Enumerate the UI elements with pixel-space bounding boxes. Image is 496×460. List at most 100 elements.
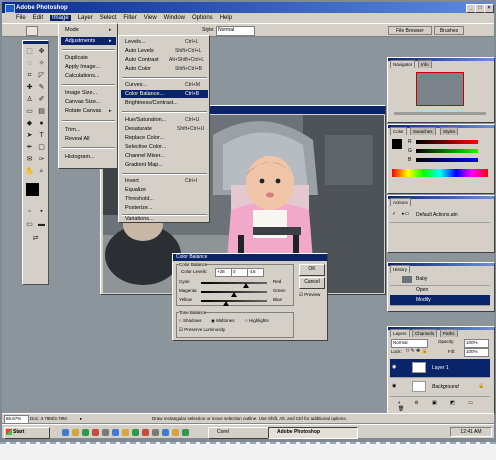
checkmark-icon[interactable]: ✓ xyxy=(392,211,396,217)
adjust-item[interactable]: Hue/Saturation... xyxy=(125,117,166,123)
menu-image[interactable]: Image xyxy=(50,15,71,21)
tab-color[interactable]: Color xyxy=(390,127,407,135)
image-menu-item[interactable]: Mode xyxy=(65,27,79,33)
pen-tool-icon[interactable]: ✒ xyxy=(24,142,35,153)
quicklaunch-icon[interactable] xyxy=(152,429,159,436)
tab-actions[interactable]: Actions xyxy=(390,198,411,206)
adjust-item[interactable]: Threshold... xyxy=(125,196,154,202)
tab-paths[interactable]: Paths xyxy=(440,329,458,337)
zoom-field[interactable]: 66.67% xyxy=(4,415,29,424)
image-menu-item-adjustments[interactable]: Adjustments xyxy=(65,38,95,44)
image-menu-item[interactable]: Histogram... xyxy=(65,154,95,160)
adjust-item[interactable]: Levels... xyxy=(125,39,145,45)
green-slider[interactable] xyxy=(416,149,478,153)
start-button[interactable]: Start xyxy=(4,427,50,439)
image-menu-item[interactable]: Canvas Size... xyxy=(65,99,100,105)
opacity-field[interactable]: 100% xyxy=(464,339,489,348)
layer-buttons[interactable]: ◐ ⊘ ▣ ◩ ▭ 🗑 xyxy=(398,400,494,412)
ok-button[interactable]: OK xyxy=(299,264,325,276)
adjust-item[interactable]: Desaturate xyxy=(125,126,152,132)
type-tool-icon[interactable]: T xyxy=(36,130,47,141)
shape-tool-icon[interactable]: ▢ xyxy=(36,142,47,153)
cyan-red-slider[interactable] xyxy=(201,282,267,284)
tab-history[interactable]: History xyxy=(390,265,411,273)
level-field-2[interactable]: 0 xyxy=(231,268,248,277)
fill-field[interactable]: 100% xyxy=(464,348,489,357)
adjust-item[interactable]: Auto Levels xyxy=(125,48,154,54)
tab-file-browser[interactable]: File Browser xyxy=(388,26,432,35)
adjust-item[interactable]: Brightness/Contrast... xyxy=(125,100,178,106)
color-ramp[interactable] xyxy=(392,169,488,177)
foreground-color-swatch[interactable] xyxy=(26,183,39,196)
adjust-item[interactable]: Selective Color... xyxy=(125,144,166,150)
navigator-thumbnail[interactable] xyxy=(416,72,464,106)
dodge-tool-icon[interactable]: ● xyxy=(36,118,47,129)
marquee-tool-icon[interactable]: ⬚ xyxy=(24,46,35,57)
tab-navigator[interactable]: Navigator xyxy=(390,60,416,68)
quicklaunch-icon[interactable] xyxy=(142,429,149,436)
quicklaunch-icon[interactable] xyxy=(172,429,179,436)
adjust-item[interactable]: Variations... xyxy=(125,216,154,222)
menu-window[interactable]: Window xyxy=(164,15,185,21)
adjust-item[interactable]: Channel Mixer... xyxy=(125,153,165,159)
adjust-item[interactable]: Replace Color... xyxy=(125,135,164,141)
menu-select[interactable]: Select xyxy=(100,15,117,21)
crop-tool-icon[interactable]: ⌗ xyxy=(24,70,35,81)
tab-brushes[interactable]: Brushes xyxy=(434,26,464,35)
menu-filter[interactable]: Filter xyxy=(123,15,136,21)
lasso-tool-icon[interactable]: ◌ xyxy=(24,58,35,69)
quicklaunch-icon[interactable] xyxy=(92,429,99,436)
quicklaunch-icon[interactable] xyxy=(122,429,129,436)
action-set-row[interactable]: ✓ ▸▭ Default Actions.atn xyxy=(390,208,490,223)
tone-shadows-radio[interactable]: ○ Shadows xyxy=(179,318,201,323)
screen-mode-icon[interactable]: ▭ xyxy=(24,219,35,230)
image-menu-item[interactable]: Apply Image... xyxy=(65,64,100,70)
adjust-item[interactable]: Equalize xyxy=(125,187,146,193)
dialog-title[interactable]: Color Balance xyxy=(173,254,327,261)
quicklaunch-icon[interactable] xyxy=(162,429,169,436)
history-brush-icon[interactable]: ✐ xyxy=(36,94,47,105)
eyedropper-icon[interactable]: ✑ xyxy=(36,154,47,165)
menu-view[interactable]: View xyxy=(144,15,157,21)
menu-file[interactable]: File xyxy=(16,15,26,21)
adjust-item-color-balance[interactable]: Color Balance... xyxy=(125,91,164,97)
slider-knob[interactable] xyxy=(242,283,249,288)
taskbar-button-corel[interactable]: Corel xyxy=(208,427,274,439)
full-screen-icon[interactable]: ▬ xyxy=(36,219,47,230)
red-slider[interactable] xyxy=(416,140,478,144)
blue-slider[interactable] xyxy=(416,158,478,162)
toolbox-grip[interactable] xyxy=(23,41,48,44)
image-menu-item[interactable]: Rotate Canvas xyxy=(65,108,101,114)
jump-to-imageready-icon[interactable]: ⇄ xyxy=(30,233,41,244)
healing-brush-icon[interactable]: ✚ xyxy=(24,82,35,93)
eye-icon[interactable]: ◉ xyxy=(392,364,396,370)
marquee-preset-icon[interactable] xyxy=(26,26,38,36)
adjust-item[interactable]: Invert xyxy=(125,178,139,184)
brush-tool-icon[interactable]: ✎ xyxy=(36,82,47,93)
adjust-item[interactable]: Gradient Map... xyxy=(125,162,163,168)
doc-size[interactable]: Doc: 3.78M/3.78M xyxy=(30,416,67,421)
quicklaunch-icon[interactable] xyxy=(62,429,69,436)
cancel-button[interactable]: Cancel xyxy=(299,277,325,289)
menu-help[interactable]: Help xyxy=(220,15,232,21)
path-select-icon[interactable]: ➤ xyxy=(24,130,35,141)
hand-tool-icon[interactable]: ✋ xyxy=(24,166,35,177)
tone-midtones-radio[interactable]: ◉ Midtones xyxy=(211,318,234,324)
history-state-row-active[interactable]: Modify xyxy=(390,295,490,306)
zoom-tool-icon[interactable]: ⌕ xyxy=(36,166,47,177)
eraser-tool-icon[interactable]: ▭ xyxy=(24,106,35,117)
level-field-1[interactable]: +28 xyxy=(215,268,232,277)
color-foreground-swatch[interactable] xyxy=(392,139,402,149)
menu-layer[interactable]: Layer xyxy=(78,15,93,21)
tab-layers[interactable]: Layers xyxy=(390,329,410,337)
image-menu-item[interactable]: Reveal All xyxy=(65,136,89,142)
eye-icon[interactable]: ◉ xyxy=(392,383,396,389)
quicklaunch-icon[interactable] xyxy=(182,429,189,436)
yellow-blue-slider[interactable] xyxy=(201,300,267,302)
layer-row-selected[interactable]: ◉ Layer 1 xyxy=(390,359,490,378)
adjust-item[interactable]: Posterize... xyxy=(125,205,153,211)
tone-highlights-radio[interactable]: ○ Highlights xyxy=(245,318,269,323)
quicklaunch-icon[interactable] xyxy=(82,429,89,436)
quick-mask-icon[interactable]: ▪ xyxy=(36,206,47,217)
style-select[interactable]: Normal xyxy=(216,26,255,36)
